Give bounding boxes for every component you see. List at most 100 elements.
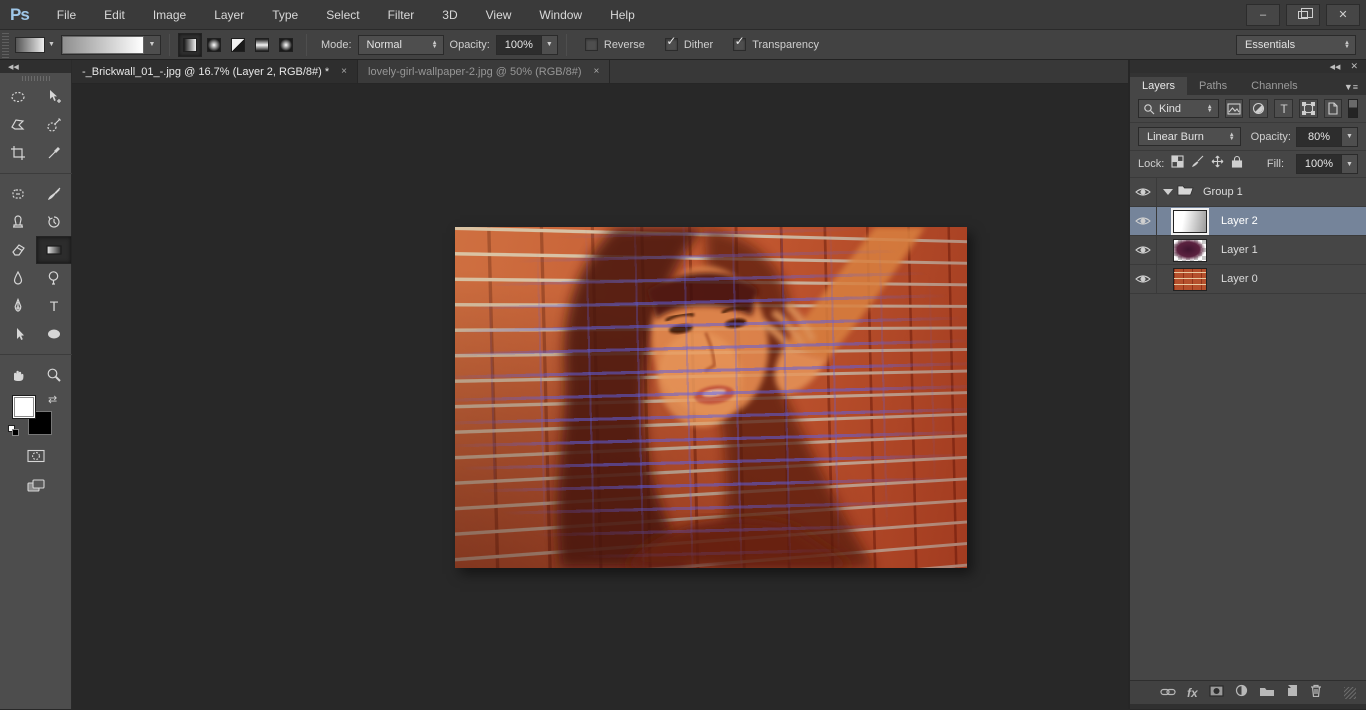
- reflected-gradient-button[interactable]: [250, 33, 274, 57]
- crop-tool[interactable]: [0, 139, 36, 167]
- menu-layer[interactable]: Layer: [200, 0, 258, 30]
- spot-healing-brush-tool[interactable]: [0, 180, 36, 208]
- gradient-tool[interactable]: [36, 236, 72, 264]
- gradient-editor[interactable]: ▼: [61, 35, 161, 55]
- transparency-checkbox[interactable]: ✓ Transparency: [733, 38, 819, 51]
- tools-grip[interactable]: [0, 73, 71, 83]
- menu-window[interactable]: Window: [525, 0, 596, 30]
- add-layer-mask-button[interactable]: [1209, 684, 1224, 702]
- screen-mode-button[interactable]: [0, 471, 71, 501]
- visibility-toggle[interactable]: [1130, 236, 1157, 264]
- menu-view[interactable]: View: [472, 0, 526, 30]
- gradient-picker-arrow-icon[interactable]: ▼: [144, 36, 160, 54]
- opacity-dropdown-icon[interactable]: ▼: [541, 36, 557, 54]
- link-layers-button[interactable]: [1160, 684, 1176, 702]
- tool-preset-arrow-icon[interactable]: ▼: [48, 41, 55, 48]
- linear-gradient-button[interactable]: [178, 33, 202, 57]
- menu-file[interactable]: File: [43, 0, 90, 30]
- zoom-tool[interactable]: [36, 361, 72, 389]
- dither-checkbox[interactable]: ✓ Dither: [665, 38, 713, 51]
- minimize-button[interactable]: –: [1246, 4, 1280, 26]
- menu-help[interactable]: Help: [596, 0, 649, 30]
- angle-gradient-button[interactable]: [226, 33, 250, 57]
- tool-preset-picker[interactable]: [15, 37, 45, 53]
- delete-layer-button[interactable]: [1310, 684, 1322, 702]
- type-layer-filter-button[interactable]: T: [1274, 99, 1293, 118]
- elliptical-marquee-tool[interactable]: [0, 83, 36, 111]
- options-bar-grip[interactable]: [2, 32, 9, 58]
- panel-resize-grip[interactable]: [1344, 687, 1356, 699]
- menu-filter[interactable]: Filter: [374, 0, 429, 30]
- filter-kind-select[interactable]: Kind ▲▼: [1138, 99, 1219, 118]
- workspace-switcher[interactable]: Essentials ▲▼: [1236, 35, 1356, 55]
- layer-thumbnail[interactable]: [1173, 239, 1207, 262]
- brush-tool[interactable]: [36, 180, 72, 208]
- layer-styles-button[interactable]: fx: [1187, 684, 1198, 702]
- new-adjustment-layer-button[interactable]: [1235, 684, 1248, 702]
- lock-all-button[interactable]: [1231, 155, 1243, 173]
- dock-close-icon[interactable]: ✕: [1350, 61, 1358, 72]
- layer-thumbnail[interactable]: [1173, 268, 1207, 291]
- layer-blend-mode-select[interactable]: Linear Burn ▲▼: [1138, 127, 1241, 146]
- tab-brickwall-document[interactable]: -_Brickwall_01_-.jpg @ 16.7% (Layer 2, R…: [72, 60, 358, 83]
- tab-close-icon[interactable]: ×: [341, 66, 347, 77]
- ellipse-shape-tool[interactable]: [36, 320, 72, 348]
- lock-pixels-button[interactable]: [1191, 155, 1204, 173]
- dodge-tool[interactable]: [36, 264, 72, 292]
- opacity-field[interactable]: 100% ▼: [496, 35, 558, 55]
- clone-stamp-tool[interactable]: [0, 208, 36, 236]
- layer-thumbnail[interactable]: [1173, 210, 1207, 233]
- visibility-toggle[interactable]: [1130, 207, 1157, 235]
- checkbox-box[interactable]: ✓: [733, 38, 746, 51]
- polygonal-lasso-tool[interactable]: [0, 111, 36, 139]
- new-group-button[interactable]: [1259, 684, 1275, 702]
- layer-row-layer-0[interactable]: Layer 0: [1130, 265, 1366, 294]
- tab-layers[interactable]: Layers: [1130, 77, 1187, 95]
- lock-position-button[interactable]: [1211, 155, 1224, 173]
- checkbox-box[interactable]: [585, 38, 598, 51]
- swap-colors-icon[interactable]: ⇄: [48, 393, 57, 406]
- collapse-to-icons-icon[interactable]: ◀◀: [1330, 63, 1341, 71]
- eyedropper-tool[interactable]: [36, 139, 72, 167]
- move-tool[interactable]: [36, 83, 72, 111]
- menu-select[interactable]: Select: [312, 0, 373, 30]
- foreground-color-swatch[interactable]: [12, 395, 36, 419]
- new-layer-button[interactable]: [1286, 684, 1299, 702]
- pen-tool[interactable]: [0, 292, 36, 320]
- adjustment-layer-filter-button[interactable]: [1249, 99, 1268, 118]
- blend-mode-select[interactable]: Normal ▲▼: [358, 35, 444, 55]
- layer-fill-field[interactable]: 100% ▼: [1296, 154, 1358, 174]
- menu-edit[interactable]: Edit: [90, 0, 139, 30]
- menu-3d[interactable]: 3D: [428, 0, 471, 30]
- visibility-toggle[interactable]: [1130, 265, 1157, 293]
- tools-collapse-strip[interactable]: ◀◀: [0, 60, 71, 73]
- quick-mask-button[interactable]: [0, 441, 71, 471]
- filtering-toggle-switch[interactable]: [1348, 99, 1358, 118]
- checkbox-box[interactable]: ✓: [665, 38, 678, 51]
- smart-object-filter-button[interactable]: [1324, 99, 1343, 118]
- default-colors-icon[interactable]: [8, 425, 20, 437]
- history-brush-tool[interactable]: [36, 208, 72, 236]
- fill-dropdown-icon[interactable]: ▼: [1341, 155, 1357, 173]
- tab-paths[interactable]: Paths: [1187, 77, 1239, 95]
- hand-tool[interactable]: [0, 361, 36, 389]
- panel-menu-icon[interactable]: ▼≡: [1336, 79, 1366, 95]
- diamond-gradient-button[interactable]: [274, 33, 298, 57]
- tab-channels[interactable]: Channels: [1239, 77, 1309, 95]
- restore-button[interactable]: [1286, 4, 1320, 26]
- path-selection-tool[interactable]: [0, 320, 36, 348]
- pixel-layer-filter-button[interactable]: [1225, 99, 1244, 118]
- menu-image[interactable]: Image: [139, 0, 200, 30]
- type-tool[interactable]: T: [36, 292, 72, 320]
- canvas-pasteboard[interactable]: [72, 84, 1128, 709]
- layer-opacity-field[interactable]: 80% ▼: [1296, 127, 1358, 147]
- visibility-toggle[interactable]: [1130, 178, 1157, 206]
- eraser-tool[interactable]: [0, 236, 36, 264]
- menu-type[interactable]: Type: [258, 0, 312, 30]
- tab-close-icon[interactable]: ×: [594, 66, 600, 77]
- document-canvas[interactable]: [455, 227, 967, 568]
- close-button[interactable]: ✕: [1326, 4, 1360, 26]
- layer-row-layer-2[interactable]: Layer 2: [1130, 207, 1366, 236]
- gradient-preview[interactable]: [62, 36, 144, 54]
- blur-tool[interactable]: [0, 264, 36, 292]
